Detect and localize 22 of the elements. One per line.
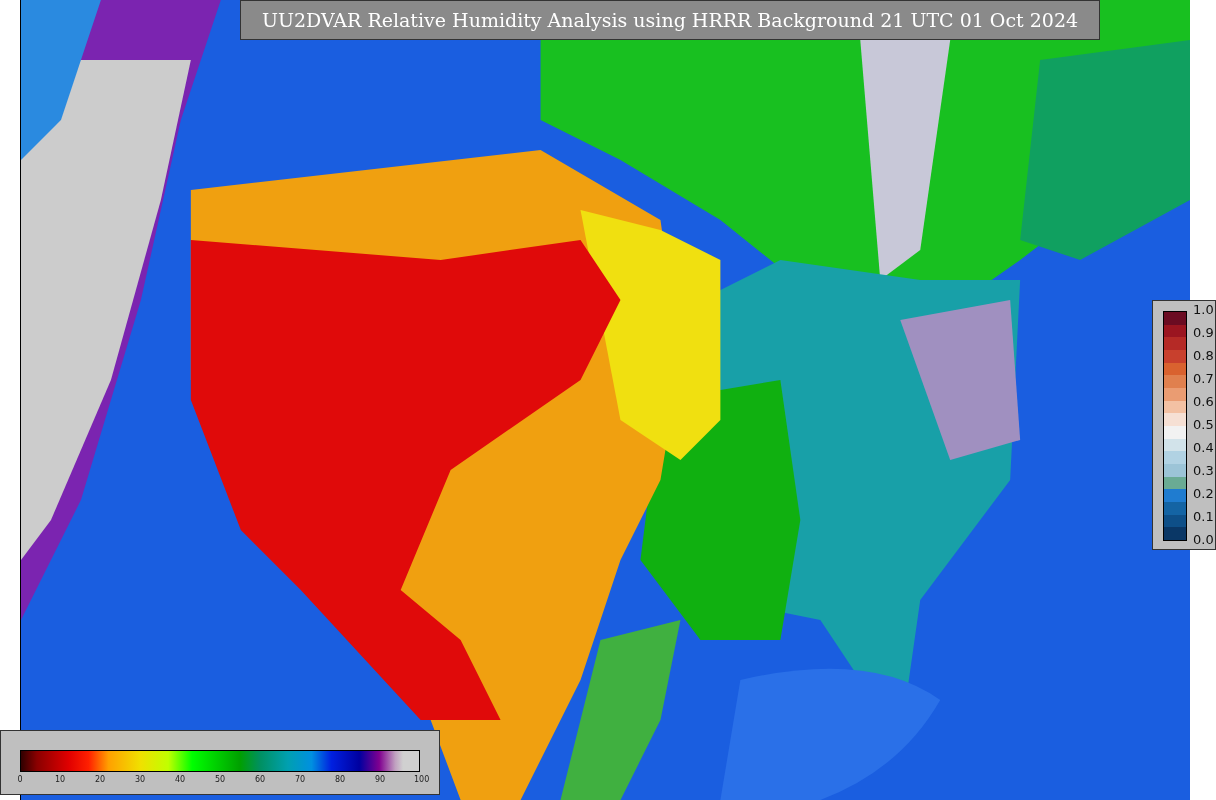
legend-tick-label: 0.7 bbox=[1193, 371, 1214, 387]
colorbar-tick-label: 40 bbox=[174, 775, 186, 784]
colorbar-tick-label: 80 bbox=[334, 775, 346, 784]
legend-tick-label: 0.4 bbox=[1193, 440, 1214, 456]
map-title: UU2DVAR Relative Humidity Analysis using HRRR Background 21 UTC 01 Oct 2024 bbox=[240, 0, 1100, 40]
colorbar-tick-label: 20 bbox=[94, 775, 106, 784]
colorbar-tick-label: 30 bbox=[134, 775, 146, 784]
legend-tick-label: 0.9 bbox=[1193, 325, 1214, 341]
legend-tick-label: 1.0 bbox=[1193, 302, 1214, 318]
colorbar-tick-label: 90 bbox=[374, 775, 386, 784]
colorbar-tick-label: 60 bbox=[254, 775, 266, 784]
colorbar-tick-label: 70 bbox=[294, 775, 306, 784]
colorbar-tick-label: 10 bbox=[54, 775, 66, 784]
legend-tick-label: 0.6 bbox=[1193, 394, 1214, 410]
legend-tick-label: 0.1 bbox=[1193, 509, 1214, 525]
colorbar-tick-label: 50 bbox=[214, 775, 226, 784]
legend-tick-label: 0.5 bbox=[1193, 417, 1214, 433]
legend-tick-label: 0.0 bbox=[1193, 532, 1214, 548]
legend-tick-label: 0.8 bbox=[1193, 348, 1214, 364]
legend-tick-label: 0.2 bbox=[1193, 486, 1214, 502]
colorbar-tick-label: 0 bbox=[16, 775, 24, 784]
legend-tick-label: 0.3 bbox=[1193, 463, 1214, 479]
